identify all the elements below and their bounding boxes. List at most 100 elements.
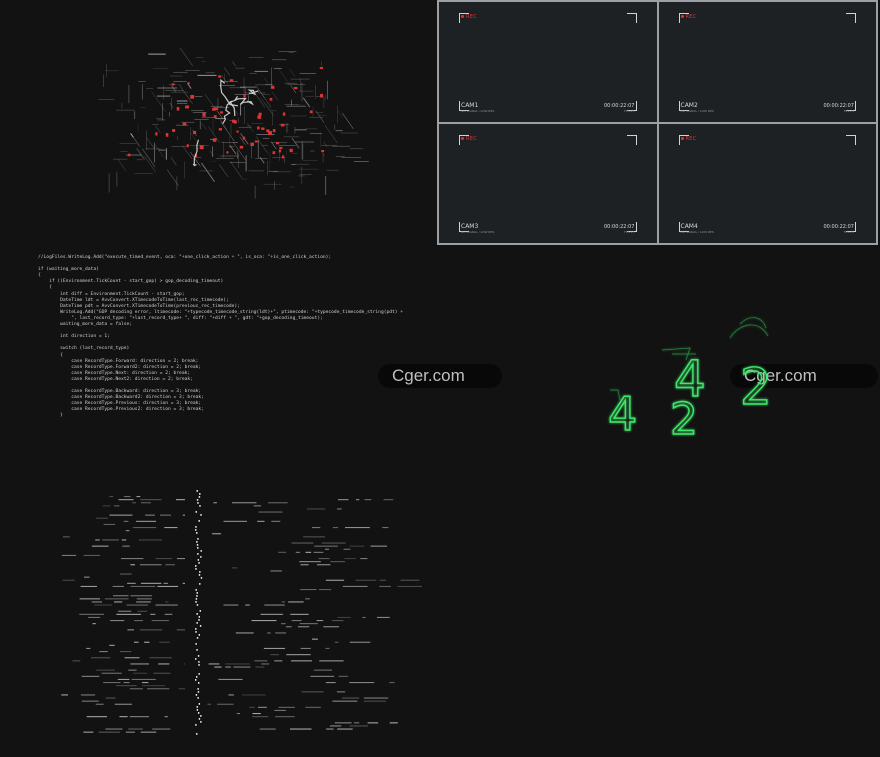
glitch-dash (164, 527, 178, 529)
network-node (236, 130, 239, 133)
glitch-dash (141, 502, 151, 504)
network-node (268, 131, 273, 136)
camera-label: CAM2 NO SIGNAL / LOW RES (680, 101, 714, 113)
network-line (220, 121, 235, 142)
network-node (155, 132, 158, 136)
glitch-separator-mark (195, 598, 198, 600)
glitch-dash (153, 672, 171, 674)
glitch-dash (330, 561, 345, 563)
glitch-dash (165, 601, 169, 603)
glitch-dash (102, 539, 119, 541)
glitch-dash (145, 514, 155, 516)
camera-view-2[interactable]: REC CAM2 NO SIGNAL / LOW RES 00:00:22:07 F… (658, 2, 876, 122)
glitch-dash (141, 682, 149, 684)
glitch-dash (349, 682, 375, 684)
glitch-dash (242, 694, 266, 696)
network-line (155, 125, 161, 133)
camera-view-4[interactable]: REC CAM4 NO SIGNAL / LOW RES 00:00:22:07 F… (658, 123, 876, 243)
network-line (201, 162, 215, 182)
network-node (254, 140, 259, 143)
frame-corner (626, 13, 637, 23)
glitch-separator-mark (199, 610, 201, 612)
glitch-separator-mark (196, 604, 199, 606)
network-line (255, 85, 265, 99)
camera-grid: REC CAM1 NO SIGNAL / LOW RES 00:00:22:07 F… (437, 0, 878, 245)
glitch-separator-mark (197, 553, 199, 555)
glitch-dash (213, 502, 217, 504)
glitch-dash (136, 601, 151, 603)
glitch-dash (255, 666, 265, 668)
glitch-dash (291, 542, 314, 544)
glitch-separator-mark (196, 637, 199, 639)
network-node (281, 155, 285, 159)
glitch-dash (376, 616, 390, 618)
glitch-dash (164, 613, 173, 615)
glitch-separator-mark (198, 520, 200, 522)
glitch-dash (116, 613, 141, 615)
glitch-dash (379, 585, 391, 587)
network-node (220, 111, 223, 114)
glitch-dash (261, 663, 270, 665)
glitch-dash (363, 700, 387, 702)
glitch-dash (299, 623, 318, 625)
network-node (269, 97, 273, 101)
network-node (280, 123, 285, 127)
glitch-dash (103, 523, 116, 525)
network-line (302, 97, 311, 108)
network-node (199, 145, 204, 150)
glitch-separator-mark (198, 682, 200, 684)
glitch-dash (268, 502, 288, 504)
code-line: } (38, 413, 63, 419)
glitch-separator-mark (200, 550, 202, 552)
camera-view-3[interactable]: REC CAM3 NO SIGNAL / LOW RES 00:00:22:07 F… (439, 123, 657, 243)
glitch-dash (133, 527, 157, 529)
network-path (192, 139, 200, 167)
network-line (141, 148, 156, 168)
glitch-dash (310, 675, 335, 677)
glitch-dash (367, 722, 379, 724)
camera-view-1[interactable]: REC CAM1 NO SIGNAL / LOW RES 00:00:22:07 F… (439, 2, 657, 122)
glitch-dash (355, 499, 360, 501)
network-line (130, 133, 134, 138)
glitch-dash (258, 511, 283, 513)
glitch-dash (165, 564, 175, 566)
network-node (272, 129, 276, 133)
glitch-separator-mark (196, 541, 198, 543)
glitch-separator-mark (197, 691, 200, 693)
glitch-dash (383, 499, 394, 501)
network-line (232, 61, 236, 67)
glitch-dash (83, 554, 101, 556)
glitch-dash (86, 647, 91, 649)
camera-timecode: 00:00:22:07 FPS:25 (823, 224, 854, 234)
glitch-dash (311, 638, 318, 640)
glitch-dash (257, 706, 267, 708)
glitch-separator-mark (195, 529, 197, 531)
network-node (272, 151, 276, 155)
glitch-dash (136, 598, 152, 600)
network-node (257, 115, 262, 119)
glitch-separator-mark (196, 532, 198, 534)
glitch-dash (133, 641, 139, 643)
glitch-dash (132, 672, 148, 674)
network-node (319, 66, 324, 69)
network-node (190, 94, 195, 99)
network-line (232, 141, 246, 160)
glitch-dash (305, 706, 321, 708)
glitch-dash (119, 716, 128, 718)
watermark: Cger.com (378, 364, 502, 388)
network-node (239, 145, 244, 149)
glitch-separator-mark (198, 616, 201, 618)
glitch-dash (80, 694, 96, 696)
glitch-dash (123, 496, 131, 498)
glitch-dash (334, 722, 352, 724)
network-node (218, 75, 222, 78)
glitch-dash (252, 716, 269, 718)
glitch-dash (207, 703, 212, 705)
network-node (185, 105, 190, 109)
glitch-dash (164, 716, 168, 718)
glitch-dash (120, 651, 132, 653)
glitch-separator-mark (195, 679, 197, 681)
glitch-dash (342, 585, 368, 587)
glitch-dash (278, 551, 287, 553)
glitch-dash (112, 585, 124, 587)
